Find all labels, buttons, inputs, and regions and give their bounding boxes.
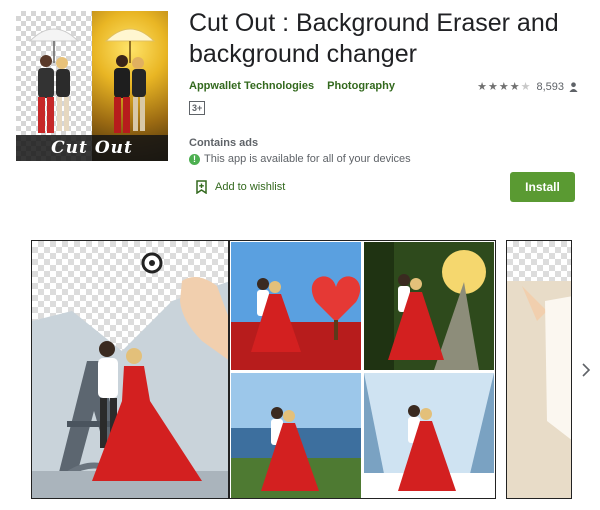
star-icon: ★ <box>520 81 532 93</box>
app-icon: Cut Out <box>16 11 168 161</box>
info-icon: ! <box>189 153 200 165</box>
collage-tile-snow <box>364 373 494 498</box>
star-icon: ★ <box>477 81 488 93</box>
star-rating: ★★★★★ <box>477 80 531 93</box>
screenshot-3[interactable] <box>506 240 572 499</box>
age-rating-badge: 3+ <box>189 101 206 115</box>
rating-summary[interactable]: ★★★★★ 8,593 <box>477 80 578 93</box>
collage-tile-heart <box>231 242 361 370</box>
wishlist-label: Add to wishlist <box>215 181 286 193</box>
developer-link[interactable]: Appwallet Technologies <box>189 80 314 92</box>
star-icon: ★ <box>509 81 521 93</box>
developer-row: Appwallet Technologies Photography <box>189 80 405 92</box>
category-link[interactable]: Photography <box>327 80 395 92</box>
collage-tile-forest <box>364 242 494 370</box>
star-icon: ★ <box>498 81 510 93</box>
contains-ads-label: Contains ads <box>189 137 259 149</box>
screenshot-1[interactable] <box>31 240 229 499</box>
screenshot-3-illustration <box>507 281 571 498</box>
rating-count: 8,593 <box>536 80 564 93</box>
availability-row: ! This app is available for all of your … <box>189 153 411 165</box>
add-to-wishlist-button[interactable]: Add to wishlist <box>196 180 285 194</box>
star-icon: ★ <box>487 81 499 93</box>
screenshot-2[interactable] <box>229 240 496 499</box>
collage-tile-coast <box>231 373 361 498</box>
install-button[interactable]: Install <box>510 172 575 202</box>
app-title: Cut Out : Background Eraser and backgrou… <box>189 9 559 68</box>
icon-banner-text: Cut Out <box>16 135 168 161</box>
person-icon <box>569 81 578 92</box>
chevron-right-icon[interactable] <box>580 362 592 378</box>
bookmark-add-icon <box>196 180 207 194</box>
availability-text: This app is available for all of your de… <box>204 153 411 165</box>
screenshot-1-illustration <box>32 252 228 498</box>
